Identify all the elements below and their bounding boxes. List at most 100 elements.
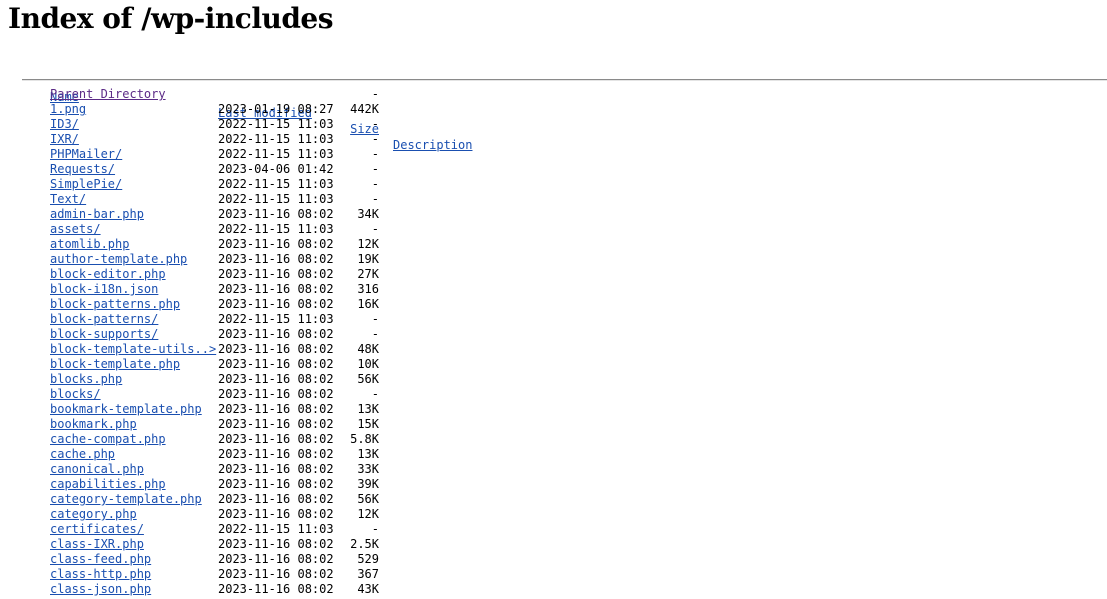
name-cell: bookmark-template.php: [50, 402, 214, 417]
listing-row: bookmark.php 2023-11-16 08:02 15K: [0, 417, 1107, 432]
last-modified-cell: 2023-11-16 08:02: [218, 237, 334, 251]
last-modified-cell: 2023-11-16 08:02: [218, 327, 334, 341]
name-cell: 1.png: [50, 102, 214, 117]
page-title: Index of /wp-includes: [8, 2, 333, 35]
size-cell: 316: [357, 282, 379, 296]
parent-directory-link[interactable]: Parent Directory: [50, 87, 166, 101]
entry-link[interactable]: block-i18n.json: [50, 282, 158, 296]
entry-link[interactable]: cache.php: [50, 447, 115, 461]
name-cell: category.php: [50, 507, 214, 522]
size-cell: 529: [357, 552, 379, 566]
entry-link[interactable]: PHPMailer/: [50, 147, 122, 161]
entry-link[interactable]: bookmark-template.php: [50, 402, 202, 416]
name-cell: admin-bar.php: [50, 207, 214, 222]
last-modified-cell: 2023-01-19 08:27: [218, 102, 334, 116]
entry-link[interactable]: class-feed.php: [50, 552, 151, 566]
size-cell: 5.8K: [350, 432, 379, 446]
entry-link[interactable]: bookmark.php: [50, 417, 137, 431]
last-modified-cell: 2023-11-16 08:02: [218, 372, 334, 386]
listing-row: Text/2022-11-15 11:03 -: [0, 192, 1107, 207]
listing-row: IXR/2022-11-15 11:03 -: [0, 132, 1107, 147]
last-modified-cell: 2023-11-16 08:02: [218, 342, 334, 356]
last-modified-cell: 2023-11-16 08:02: [218, 252, 334, 266]
entry-link[interactable]: class-IXR.php: [50, 537, 144, 551]
entry-link[interactable]: block-patterns/: [50, 312, 158, 326]
entry-link[interactable]: category.php: [50, 507, 137, 521]
name-cell: IXR/: [50, 132, 214, 147]
listing-row: assets/2022-11-15 11:03 -: [0, 222, 1107, 237]
size-cell: 39K: [357, 477, 379, 491]
name-cell: author-template.php: [50, 252, 214, 267]
name-cell: PHPMailer/: [50, 147, 214, 162]
entry-link[interactable]: 1.png: [50, 102, 86, 116]
entry-link[interactable]: blocks/: [50, 387, 101, 401]
name-cell: capabilities.php: [50, 477, 214, 492]
entry-link[interactable]: block-patterns.php: [50, 297, 180, 311]
entry-link[interactable]: assets/: [50, 222, 101, 236]
entry-link[interactable]: Requests/: [50, 162, 115, 176]
size-cell: 56K: [357, 372, 379, 386]
listing-row: block-supports/2023-11-16 08:02 -: [0, 327, 1107, 342]
name-cell: Requests/: [50, 162, 214, 177]
entry-link[interactable]: cache-compat.php: [50, 432, 166, 446]
entry-link[interactable]: admin-bar.php: [50, 207, 144, 221]
size-cell: -: [371, 162, 379, 176]
name-cell: block-editor.php: [50, 267, 214, 282]
entry-link[interactable]: block-editor.php: [50, 267, 166, 281]
name-cell: assets/: [50, 222, 214, 237]
name-cell: category-template.php: [50, 492, 214, 507]
size-cell: 367: [357, 567, 379, 581]
last-modified-cell: 2023-11-16 08:02: [218, 267, 334, 281]
last-modified-cell: 2023-11-16 08:02: [218, 417, 334, 431]
entry-link[interactable]: blocks.php: [50, 372, 122, 386]
entry-link[interactable]: class-json.php: [50, 582, 151, 596]
entry-link[interactable]: atomlib.php: [50, 237, 129, 251]
listing-row: class-feed.php 2023-11-16 08:02 529: [0, 552, 1107, 567]
listing-header: Name Last modified Size Description: [0, 57, 1107, 152]
size-cell: 2.5K: [350, 537, 379, 551]
name-cell: canonical.php: [50, 462, 214, 477]
name-cell: class-IXR.php: [50, 537, 214, 552]
size-cell: 34K: [357, 207, 379, 221]
name-cell: block-template.php: [50, 357, 214, 372]
name-cell: blocks/: [50, 387, 214, 402]
size-cell: -: [371, 132, 379, 146]
size-cell: 13K: [357, 447, 379, 461]
entry-link[interactable]: ID3/: [50, 117, 79, 131]
size-cell: 27K: [357, 267, 379, 281]
last-modified-cell: 2022-11-15 11:03: [218, 192, 334, 206]
name-cell: class-json.php: [50, 582, 214, 597]
size-cell: -: [371, 312, 379, 326]
entry-link[interactable]: category-template.php: [50, 492, 202, 506]
entry-link[interactable]: certificates/: [50, 522, 144, 536]
last-modified-cell: 2023-11-16 08:02: [218, 567, 334, 581]
listing-row: cache-compat.php 2023-11-16 08:02 5.8K: [0, 432, 1107, 447]
directory-listing: Name Last modified Size Description Pare…: [0, 57, 1107, 597]
listing-row: block-i18n.json 2023-11-16 08:02 316: [0, 282, 1107, 297]
entry-link[interactable]: Text/: [50, 192, 86, 206]
entry-link[interactable]: SimplePie/: [50, 177, 122, 191]
entry-link[interactable]: author-template.php: [50, 252, 187, 266]
entry-link[interactable]: capabilities.php: [50, 477, 166, 491]
listing-row: block-template-utils..> 2023-11-16 08:02 4…: [0, 342, 1107, 357]
last-modified-cell: 2022-11-15 11:03: [218, 312, 334, 326]
entry-link[interactable]: block-supports/: [50, 327, 158, 341]
last-modified-cell: 2023-11-16 08:02: [218, 357, 334, 371]
listing-row: block-template.php 2023-11-16 08:02 10K: [0, 357, 1107, 372]
listing-rows: Parent Directory - 1.png 2023-01-19 08:27 44…: [0, 87, 1107, 597]
entry-link[interactable]: canonical.php: [50, 462, 144, 476]
last-modified-cell: 2023-04-06 01:42: [218, 162, 334, 176]
last-modified-cell: 2023-11-16 08:02: [218, 507, 334, 521]
size-cell: -: [371, 522, 379, 536]
entry-link[interactable]: class-http.php: [50, 567, 151, 581]
listing-row: SimplePie/2022-11-15 11:03 -: [0, 177, 1107, 192]
size-cell: 48K: [357, 342, 379, 356]
entry-link[interactable]: IXR/: [50, 132, 79, 146]
last-modified-cell: 2023-11-16 08:02: [218, 477, 334, 491]
entry-link[interactable]: block-template-utils..>: [50, 342, 216, 356]
last-modified-cell: 2023-11-16 08:02: [218, 492, 334, 506]
listing-row: block-patterns/2022-11-15 11:03 -: [0, 312, 1107, 327]
entry-link[interactable]: block-template.php: [50, 357, 180, 371]
size-cell: 16K: [357, 297, 379, 311]
listing-row: admin-bar.php 2023-11-16 08:02 34K: [0, 207, 1107, 222]
